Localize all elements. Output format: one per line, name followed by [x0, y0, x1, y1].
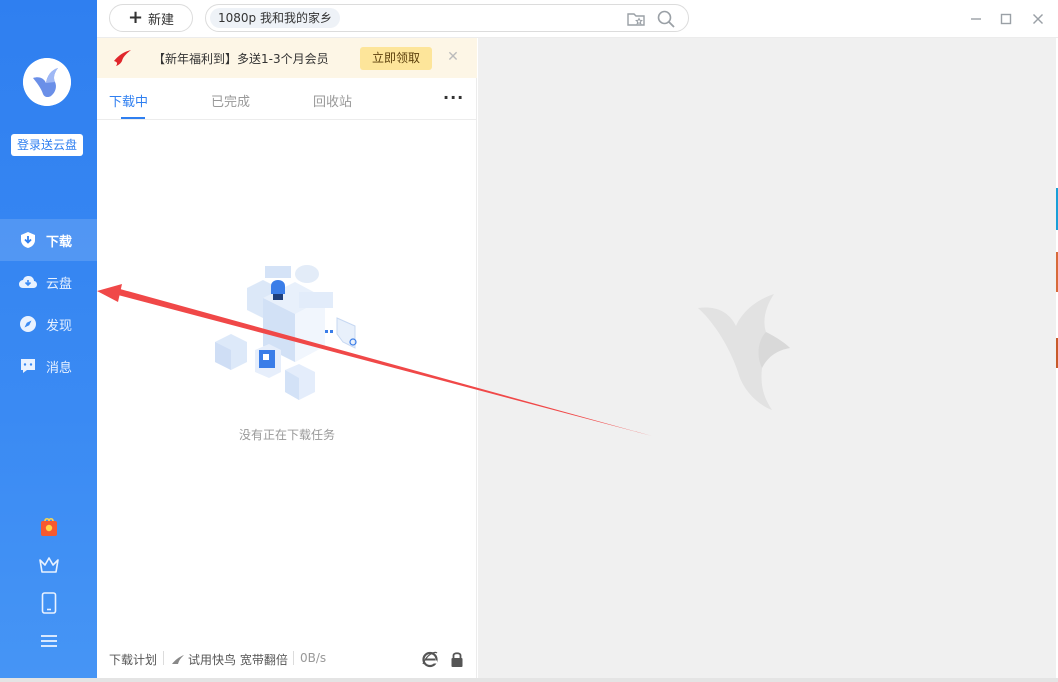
minimize-icon — [971, 18, 981, 20]
download-shield-icon — [18, 230, 38, 250]
browser-ie-icon[interactable] — [421, 650, 439, 668]
minimize-button[interactable] — [965, 8, 987, 30]
maximize-icon — [1000, 13, 1012, 25]
sidebar-bottom-icons — [0, 508, 97, 660]
status-bar: 下载计划 试用快鸟 宽带翻倍 0B/s — [97, 648, 477, 670]
gift-box-icon[interactable] — [0, 508, 97, 546]
bird-speed-icon — [172, 654, 184, 664]
cloud-icon — [18, 272, 38, 292]
app-window: 登录送云盘 下载 云盘 发现 消息 + 新建 1080p 我和我的家乡 【新年福… — [0, 0, 1058, 682]
new-task-label: 新建 — [148, 12, 175, 28]
sidebar-item-label: 下载 — [46, 234, 73, 250]
promo-banner: 【新年福利到】多送1-3个月会员 立即领取 ✕ — [97, 38, 477, 78]
empty-state-illustration — [207, 258, 367, 408]
maximize-button[interactable] — [995, 8, 1017, 30]
download-plan-link[interactable]: 下载计划 — [109, 651, 157, 668]
new-task-button[interactable]: + 新建 — [109, 4, 193, 32]
message-icon — [18, 356, 38, 376]
hummingbird-watermark-icon — [698, 294, 790, 410]
menu-icon[interactable] — [0, 622, 97, 660]
claim-now-button[interactable]: 立即领取 — [360, 47, 432, 70]
more-options-button[interactable]: ··· — [443, 88, 464, 107]
plus-icon: + — [127, 7, 144, 28]
compass-icon — [18, 314, 38, 334]
search-suggestion-chip[interactable]: 1080p 我和我的家乡 — [210, 8, 340, 28]
search-input[interactable]: 1080p 我和我的家乡 — [205, 4, 689, 32]
empty-state-message: 没有正在下载任务 — [238, 428, 335, 442]
divider — [293, 651, 294, 665]
phone-icon[interactable] — [0, 584, 97, 622]
close-icon[interactable]: ✕ — [445, 49, 461, 65]
sidebar-item-label: 云盘 — [46, 276, 73, 292]
login-button[interactable]: 登录送云盘 — [11, 134, 83, 156]
download-panel: 【新年福利到】多送1-3个月会员 立即领取 ✕ 下载中 已完成 回收站 ··· — [97, 38, 477, 682]
promo-text: 【新年福利到】多送1-3个月会员 — [153, 52, 329, 66]
close-icon — [1033, 14, 1043, 24]
detail-area — [478, 38, 1056, 678]
sidebar-item-download[interactable]: 下载 — [0, 219, 97, 261]
sidebar-nav: 下载 云盘 发现 消息 — [0, 219, 97, 387]
download-tabs: 下载中 已完成 回收站 ··· — [97, 78, 477, 120]
active-tab-indicator — [121, 117, 145, 119]
hummingbird-logo-icon — [23, 58, 71, 106]
tab-completed[interactable]: 已完成 — [211, 91, 250, 110]
download-speed: 0B/s — [300, 651, 327, 665]
sidebar-item-cloud[interactable]: 云盘 — [0, 261, 97, 303]
tab-downloading[interactable]: 下载中 — [109, 91, 148, 110]
speedup-trial-label: 试用快鸟 宽带翻倍 — [188, 653, 288, 667]
avatar[interactable] — [23, 58, 71, 106]
close-button[interactable] — [1027, 8, 1049, 30]
background-window-peek — [0, 678, 1058, 682]
divider — [163, 651, 164, 665]
sidebar-item-label: 发现 — [46, 318, 73, 334]
red-bird-icon — [113, 49, 133, 67]
sidebar-item-label: 消息 — [46, 360, 73, 376]
folder-star-icon[interactable] — [626, 9, 646, 29]
sidebar-item-messages[interactable]: 消息 — [0, 345, 97, 387]
top-toolbar: + 新建 1080p 我和我的家乡 — [97, 0, 1058, 38]
speedup-trial-link[interactable]: 试用快鸟 宽带翻倍 — [171, 651, 288, 668]
sidebar: 登录送云盘 下载 云盘 发现 消息 — [0, 0, 97, 682]
sidebar-item-discover[interactable]: 发现 — [0, 303, 97, 345]
lock-icon[interactable] — [449, 650, 465, 668]
tab-recycle-bin[interactable]: 回收站 — [313, 91, 352, 110]
search-icon[interactable] — [656, 9, 676, 29]
crown-icon[interactable] — [0, 546, 97, 584]
